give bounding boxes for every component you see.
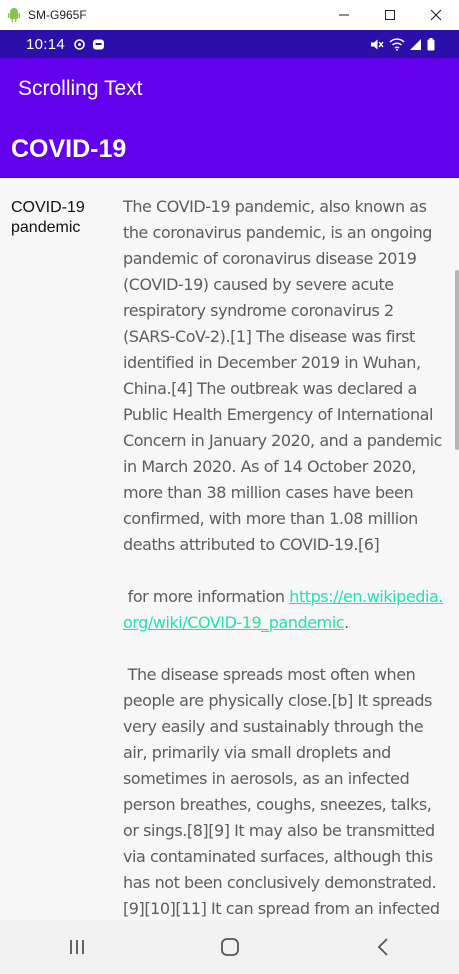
recent-apps-icon — [69, 940, 84, 954]
back-icon — [377, 938, 388, 956]
close-button[interactable] — [413, 0, 459, 30]
navigation-bar — [0, 920, 459, 974]
scroll-content[interactable]: COVID-19 pandemic The COVID-19 pandemic,… — [0, 178, 459, 920]
more-info-label: for more information — [127, 587, 285, 606]
battery-icon — [427, 37, 435, 50]
wifi-icon — [389, 37, 405, 51]
recent-apps-button[interactable] — [47, 927, 107, 967]
maximize-icon — [385, 10, 395, 20]
scrollbar-thumb[interactable] — [455, 270, 459, 450]
paragraph-transmission: The disease spreads most often when peop… — [123, 662, 445, 920]
status-time: 10:14 — [26, 35, 66, 53]
window-title: SM-G965F — [28, 8, 87, 22]
status-bar: 10:14 — [0, 30, 459, 58]
android-icon — [8, 8, 20, 22]
section-title: COVID-19 — [11, 134, 127, 163]
more-info-suffix: . — [344, 613, 349, 632]
mute-icon — [371, 39, 384, 49]
paragraph-transmission-text: The disease spreads most often when peop… — [123, 665, 440, 918]
article-text: The COVID-19 pandemic, also known as the… — [123, 194, 445, 920]
minimize-button[interactable] — [321, 0, 367, 30]
home-button[interactable] — [200, 927, 260, 967]
minimize-icon — [339, 14, 349, 16]
app-bar: Scrolling Text — [0, 58, 459, 120]
home-icon — [220, 938, 239, 956]
app-title: Scrolling Text — [18, 77, 143, 100]
maximize-button[interactable] — [367, 0, 413, 30]
signal-icon — [410, 38, 421, 50]
more-info-line: for more information https://en.wikipedi… — [123, 584, 445, 636]
notification-icon — [93, 39, 105, 49]
section-header: COVID-19 — [0, 120, 459, 178]
emulator-title-bar: SM-G965F — [0, 0, 459, 30]
paragraph-overview: The COVID-19 pandemic, also known as the… — [123, 197, 443, 554]
sync-icon — [74, 38, 85, 50]
back-button[interactable] — [353, 927, 413, 967]
topic-label: COVID-19 pandemic — [11, 199, 85, 236]
close-icon — [430, 9, 442, 21]
